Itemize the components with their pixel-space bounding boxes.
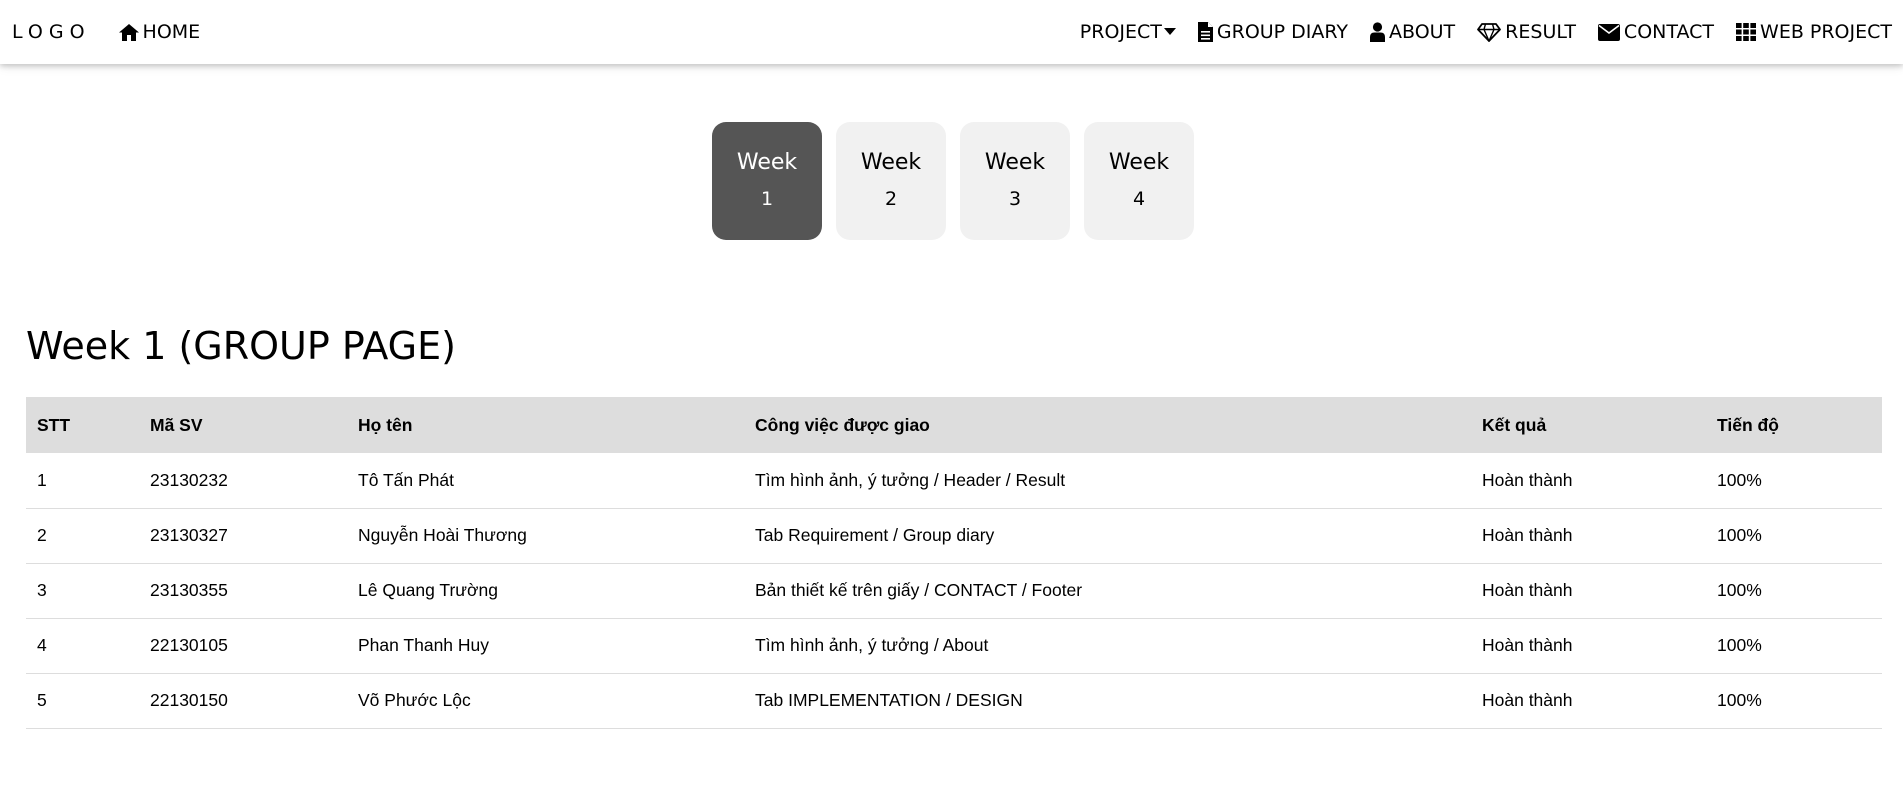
- cell-result: Hoàn thành: [1471, 673, 1706, 729]
- cell-student-id: 22130105: [139, 618, 347, 674]
- column-header-stt: STT: [37, 414, 71, 435]
- user-icon: [1370, 22, 1385, 42]
- home-icon: [118, 23, 139, 41]
- page-title: Week 1 (GROUP PAGE): [26, 324, 456, 368]
- cell-progress: 100%: [1706, 508, 1882, 564]
- top-navbar: LOGO HOME PROJECT GROUP DIARY ABOUT RESU…: [0, 0, 1903, 64]
- column-header-student-id: Mã SV: [150, 414, 203, 435]
- cell-name: Lê Quang Trường: [347, 563, 744, 619]
- nav-home[interactable]: HOME: [103, 0, 213, 64]
- envelope-icon: [1597, 23, 1620, 41]
- nav-contact-label: CONTACT: [1623, 21, 1715, 43]
- cell-task: Tìm hình ảnh, ý tưởng / About: [744, 618, 1471, 674]
- table-row: 5 22130150 Võ Phước Lộc Tab IMPLEMENTATI…: [26, 673, 1882, 729]
- cell-student-id: 23130327: [139, 508, 347, 564]
- cell-student-id: 23130232: [139, 453, 347, 509]
- cell-name: Phan Thanh Huy: [347, 618, 744, 674]
- cell-stt: 2: [26, 508, 139, 564]
- table-row: 2 23130327 Nguyễn Hoài Thương Tab Requir…: [26, 508, 1882, 564]
- column-header-task: Công việc được giao: [755, 414, 930, 435]
- nav-about[interactable]: ABOUT: [1359, 0, 1466, 64]
- cell-task: Bản thiết kế trên giấy / CONTACT / Foote…: [744, 563, 1471, 619]
- cell-stt: 4: [26, 618, 139, 674]
- cell-stt: 1: [26, 453, 139, 509]
- cell-stt: 3: [26, 563, 139, 619]
- table-row: 1 23130232 Tô Tấn Phát Tìm hình ảnh, ý t…: [26, 453, 1882, 509]
- week-tab-label: Week: [1108, 150, 1170, 175]
- column-header-progress: Tiến độ: [1717, 414, 1779, 435]
- cell-progress: 100%: [1706, 563, 1882, 619]
- cell-stt: 5: [26, 673, 139, 729]
- cell-result: Hoàn thành: [1471, 563, 1706, 619]
- grid-icon: [1736, 23, 1757, 41]
- cell-progress: 100%: [1706, 618, 1882, 674]
- tab-week-1[interactable]: Week 1: [712, 122, 822, 240]
- tab-week-3[interactable]: Week 3: [960, 122, 1070, 240]
- week-tab-number: 2: [884, 188, 898, 210]
- week-tabs: Week 1 Week 2 Week 3 Week 4: [712, 122, 1194, 240]
- cell-result: Hoàn thành: [1471, 618, 1706, 674]
- cell-task: Tab IMPLEMENTATION / DESIGN: [744, 673, 1471, 729]
- logo[interactable]: LOGO: [0, 0, 103, 64]
- cell-name: Tô Tấn Phát: [347, 453, 744, 509]
- week-tab-label: Week: [736, 150, 798, 175]
- column-header-result: Kết quả: [1482, 414, 1547, 435]
- nav-web-project[interactable]: WEB PROJECT: [1725, 0, 1903, 64]
- column-header-name: Họ tên: [358, 414, 413, 435]
- table-header-row: STT Mã SV Họ tên Công việc được giao Kết…: [26, 397, 1882, 453]
- cell-name: Võ Phước Lộc: [347, 673, 744, 729]
- nav-project[interactable]: PROJECT: [1069, 0, 1187, 64]
- cell-name: Nguyễn Hoài Thương: [347, 508, 744, 564]
- cell-progress: 100%: [1706, 673, 1882, 729]
- diamond-icon: [1477, 22, 1502, 42]
- cell-student-id: 23130355: [139, 563, 347, 619]
- table-row: 3 23130355 Lê Quang Trường Bản thiết kế …: [26, 563, 1882, 619]
- week-tab-number: 4: [1132, 188, 1146, 210]
- table-row: 4 22130105 Phan Thanh Huy Tìm hình ảnh, …: [26, 618, 1882, 674]
- nav-group-diary-label: GROUP DIARY: [1216, 21, 1348, 43]
- cell-task: Tìm hình ảnh, ý tưởng / Header / Result: [744, 453, 1471, 509]
- nav-web-project-label: WEB PROJECT: [1760, 21, 1892, 43]
- navbar-right: PROJECT GROUP DIARY ABOUT RESULT CONTACT…: [1069, 0, 1903, 64]
- tab-week-4[interactable]: Week 4: [1084, 122, 1194, 240]
- file-icon: [1197, 22, 1213, 42]
- task-table-container: STT Mã SV Họ tên Công việc được giao Kết…: [26, 397, 1882, 729]
- caret-down-icon: [1163, 28, 1176, 36]
- week-tab-label: Week: [984, 150, 1046, 175]
- task-table: STT Mã SV Họ tên Công việc được giao Kết…: [26, 397, 1882, 729]
- week-tab-number: 3: [1008, 188, 1022, 210]
- nav-project-label: PROJECT: [1079, 21, 1162, 43]
- tab-week-2[interactable]: Week 2: [836, 122, 946, 240]
- cell-task: Tab Requirement / Group diary: [744, 508, 1471, 564]
- nav-home-label: HOME: [142, 21, 201, 43]
- week-tab-label: Week: [860, 150, 922, 175]
- cell-result: Hoàn thành: [1471, 508, 1706, 564]
- cell-result: Hoàn thành: [1471, 453, 1706, 509]
- nav-about-label: ABOUT: [1389, 21, 1456, 43]
- cell-progress: 100%: [1706, 453, 1882, 509]
- nav-group-diary[interactable]: GROUP DIARY: [1187, 0, 1359, 64]
- nav-result-label: RESULT: [1505, 21, 1576, 43]
- week-tab-number: 1: [760, 188, 774, 210]
- navbar-left: LOGO HOME: [0, 0, 212, 64]
- nav-contact[interactable]: CONTACT: [1587, 0, 1725, 64]
- nav-result[interactable]: RESULT: [1466, 0, 1587, 64]
- cell-student-id: 22130150: [139, 673, 347, 729]
